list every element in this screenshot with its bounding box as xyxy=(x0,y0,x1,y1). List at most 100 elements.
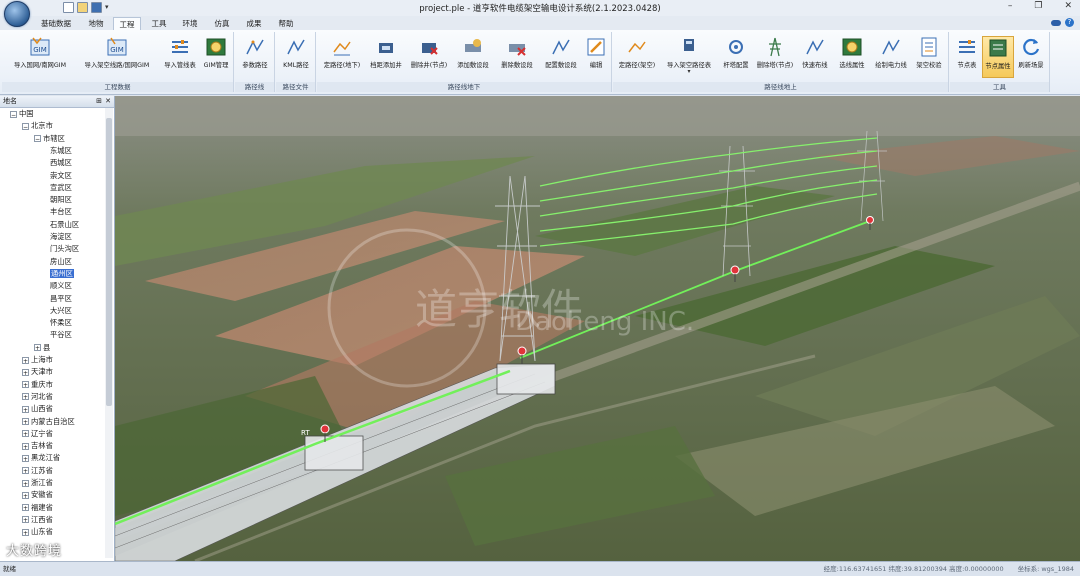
tree-node[interactable]: + 福建省 xyxy=(22,502,53,514)
expand-icon[interactable]: + xyxy=(34,344,41,352)
tree-node[interactable]: + 内蒙古自治区 xyxy=(22,416,75,428)
edit-button[interactable]: 编辑 xyxy=(583,36,609,78)
expand-icon[interactable]: + xyxy=(22,356,29,365)
add-well-button[interactable]: 档距添加井 xyxy=(365,36,407,78)
define-route-overhead-button[interactable]: 定路径(架空) xyxy=(615,36,659,78)
tab-tools[interactable]: 工具 xyxy=(145,17,173,30)
collapse-icon[interactable]: − xyxy=(34,135,41,143)
gim-manage-button[interactable]: GIM管理 xyxy=(200,36,232,78)
cloud-icon[interactable] xyxy=(1051,19,1061,26)
tab-help[interactable]: 帮助 xyxy=(272,17,300,30)
tree-node[interactable]: + 山西省 xyxy=(22,403,53,415)
expand-icon[interactable]: + xyxy=(22,418,29,426)
tree-node[interactable]: − 市辖区 xyxy=(34,133,65,145)
expand-icon[interactable]: + xyxy=(22,479,29,488)
restore-icon[interactable]: ❐ xyxy=(1034,1,1042,11)
param-route-button[interactable]: 参数路径 xyxy=(237,36,273,78)
refresh-scene-button[interactable]: 刷新场景 xyxy=(1014,36,1048,78)
expand-icon[interactable]: + xyxy=(22,467,29,475)
tree-node[interactable]: 平谷区 xyxy=(50,329,72,341)
minimize-icon[interactable]: – xyxy=(1008,1,1013,11)
add-segment-button[interactable]: 添加敷设段 xyxy=(451,36,495,78)
collapse-icon[interactable]: − xyxy=(10,110,17,119)
import-overhead-table-button[interactable]: 导入架空路径表 ▾ xyxy=(659,36,719,78)
tree-node[interactable]: 顺义区 xyxy=(50,280,72,292)
delete-tower-button[interactable]: 删除塔(节点) xyxy=(753,36,797,78)
tab-basic-data[interactable]: 基础数据 xyxy=(34,17,78,30)
tree-node[interactable]: 朝阳区 xyxy=(50,194,72,206)
panel-close-icon[interactable]: ✕ xyxy=(105,96,111,107)
tree-node[interactable]: + 江西省 xyxy=(22,514,53,526)
expand-icon[interactable]: + xyxy=(22,504,29,512)
pin-icon[interactable]: ⊞ xyxy=(96,96,102,107)
tree-node[interactable]: − 北京市 xyxy=(22,120,53,132)
tree-node[interactable]: 宣武区 xyxy=(50,182,72,194)
tab-project[interactable]: 工程 xyxy=(113,17,141,30)
dropdown-arrow-icon[interactable]: ▾ xyxy=(659,69,719,75)
tree-node[interactable]: + 重庆市 xyxy=(22,379,53,391)
tree-node[interactable]: 大兴区 xyxy=(50,305,72,317)
tree-node[interactable]: + 安徽省 xyxy=(22,489,53,501)
config-segment-button[interactable]: 配置敷设段 xyxy=(539,36,583,78)
expand-icon[interactable]: + xyxy=(22,528,29,537)
3d-scene-view[interactable]: 道亨软件 Daoheng INC. RT xyxy=(115,96,1080,561)
tree-node[interactable]: 房山区 xyxy=(50,256,72,268)
well-box[interactable] xyxy=(496,363,556,395)
tree-node[interactable]: 西城区 xyxy=(50,157,72,169)
line-properties-button[interactable]: 选线属性 xyxy=(833,36,871,78)
kml-route-button[interactable]: KML路径 xyxy=(278,36,314,78)
tree-node[interactable]: − 中国 xyxy=(10,108,34,120)
tab-results[interactable]: 成果 xyxy=(240,17,268,30)
collapse-icon[interactable]: − xyxy=(22,122,29,131)
tower-config-button[interactable]: 杆塔配置 xyxy=(719,36,753,78)
close-icon[interactable]: ✕ xyxy=(1064,1,1072,11)
expand-icon[interactable]: + xyxy=(22,491,29,500)
tree-node[interactable]: + 天津市 xyxy=(22,366,53,378)
quick-wiring-button[interactable]: 快速布线 xyxy=(797,36,833,78)
tree-node[interactable]: + 山东省 xyxy=(22,526,53,538)
define-route-underground-button[interactable]: 定路径(地下) xyxy=(319,36,365,78)
well-box[interactable] xyxy=(304,435,364,471)
import-gim-button[interactable]: GIM 导入国网/南网GIM xyxy=(6,36,74,78)
draw-powerline-button[interactable]: 绘制电力线 xyxy=(871,36,911,78)
help-icon[interactable]: ? xyxy=(1065,18,1074,27)
tree-node[interactable]: + 浙江省 xyxy=(22,477,53,489)
expand-icon[interactable]: + xyxy=(22,454,29,463)
tree-node[interactable]: 昌平区 xyxy=(50,293,72,305)
expand-icon[interactable]: + xyxy=(22,430,29,438)
expand-icon[interactable]: + xyxy=(22,405,29,414)
delete-segment-button[interactable]: 删除敷设段 xyxy=(495,36,539,78)
expand-icon[interactable]: + xyxy=(22,516,29,524)
expand-icon[interactable]: + xyxy=(22,442,29,451)
expand-icon[interactable]: + xyxy=(22,393,29,401)
tree-node[interactable]: 石景山区 xyxy=(50,219,79,231)
tree-node[interactable]: + 江苏省 xyxy=(22,465,53,477)
tree-node[interactable]: 海淀区 xyxy=(50,231,72,243)
tab-simulation[interactable]: 仿真 xyxy=(208,17,236,30)
tree-node[interactable]: 崇文区 xyxy=(50,170,72,182)
tree-node[interactable]: + 县 xyxy=(34,342,50,354)
tree-node[interactable]: 怀柔区 xyxy=(50,317,72,329)
delete-well-button[interactable]: 删除井(节点) xyxy=(407,36,451,78)
tree-node[interactable]: + 吉林省 xyxy=(22,440,53,452)
expand-icon[interactable]: + xyxy=(22,381,29,389)
tree-node[interactable]: 通州区 xyxy=(50,268,74,280)
import-overhead-gim-button[interactable]: GIM 导入架空线路/国网GIM xyxy=(74,36,160,78)
tree-node[interactable]: 丰台区 xyxy=(50,206,72,218)
node-properties-button[interactable]: 节点属性 xyxy=(982,36,1014,78)
tree-node[interactable]: + 辽宁省 xyxy=(22,428,53,440)
scrollbar-thumb[interactable] xyxy=(106,118,112,406)
tree-node[interactable]: + 上海市 xyxy=(22,354,53,366)
tree-node[interactable]: + 黑龙江省 xyxy=(22,452,60,464)
tree-node[interactable]: + 河北省 xyxy=(22,391,53,403)
panel-scrollbar[interactable] xyxy=(105,108,113,558)
tree-node[interactable]: 东城区 xyxy=(50,145,72,157)
expand-icon[interactable]: + xyxy=(22,368,29,377)
app-menu-button[interactable] xyxy=(4,1,30,27)
tree-node[interactable]: 门头沟区 xyxy=(50,243,79,255)
tab-features[interactable]: 地物 xyxy=(82,17,110,30)
overhead-check-button[interactable]: 架空校验 xyxy=(911,36,947,78)
tab-environment[interactable]: 环境 xyxy=(176,17,204,30)
node-table-button[interactable]: 节点表 xyxy=(952,36,982,78)
import-pipe-table-button[interactable]: 导入管线表 xyxy=(160,36,200,78)
